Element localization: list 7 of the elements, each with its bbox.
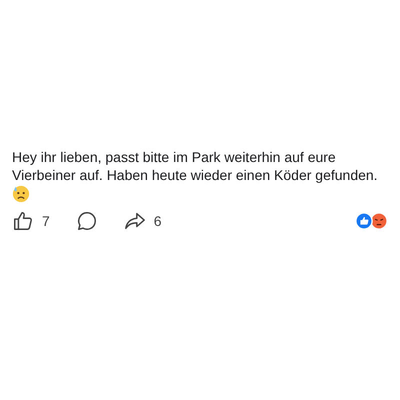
thumbs-up-icon[interactable] xyxy=(12,210,34,232)
comment-icon[interactable] xyxy=(76,210,98,232)
count-label: 6 xyxy=(154,213,162,229)
share-icon[interactable] xyxy=(124,210,146,232)
sad-face-icon xyxy=(12,185,30,203)
count-label: 7 xyxy=(42,213,50,229)
post-text: Hey ihr lieben, passt bitte im Park weiterhin auf eure Vierbeiner auf. Haben heute wieder einen Köder gefunden. xyxy=(12,148,379,184)
